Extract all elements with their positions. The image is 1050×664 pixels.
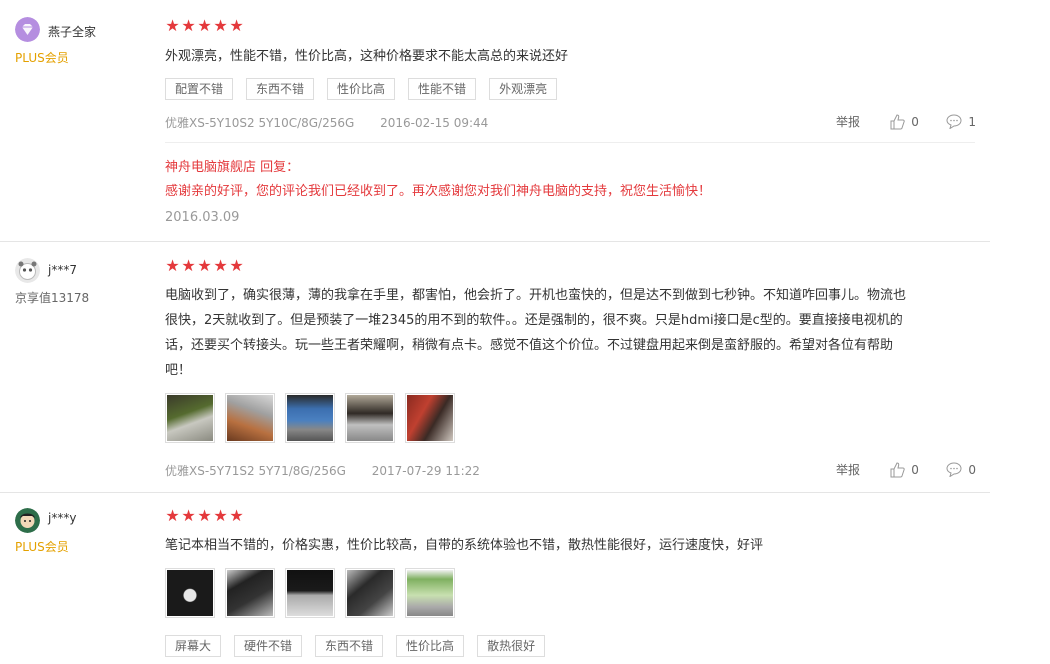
comment-icon [946, 114, 962, 129]
review-tag: 硬件不错 [234, 635, 303, 657]
user-level: PLUS会员 [15, 51, 69, 65]
review-tag: 散热很好 [477, 635, 546, 657]
thumbs-up-icon [890, 113, 905, 129]
star-icon: ★ [213, 506, 228, 525]
review-tags: 配置不错 东西不错 性价比高 性能不错 外观漂亮 [165, 78, 558, 100]
review-tag: 性能不错 [408, 78, 477, 100]
review-content: 电脑收到了，确实很薄，薄的我拿在手里，都害怕，他会折了。开机也蛮快的，但是达不到… [165, 283, 965, 383]
star-icon: ★ [229, 256, 244, 275]
like-count: 0 [911, 462, 919, 477]
panda-avatar-icon[interactable] [15, 258, 40, 283]
divider [165, 142, 975, 143]
star-icon: ★ [229, 16, 244, 35]
star-icon: ★ [197, 16, 212, 35]
rating-stars: ★ ★ ★ ★ ★ [165, 256, 244, 275]
review-date: 2016-02-15 09:44 [380, 116, 489, 130]
report-button[interactable]: 举报 [836, 113, 889, 130]
review-meta: 优雅XS-5Y71S2 5Y71/8G/256G 2017-07-29 11:2… [165, 462, 502, 479]
star-icon: ★ [181, 506, 196, 525]
star-icon: ★ [229, 506, 244, 525]
review-tag: 性价比高 [396, 635, 465, 657]
laptop-logo-photo[interactable] [165, 568, 215, 618]
like-button[interactable]: 0 [889, 113, 946, 130]
review-content: 外观漂亮，性能不错，性价比高，这种价格要求不能太高总的来说还好 [165, 49, 569, 64]
review-tag: 东西不错 [315, 635, 384, 657]
thumbs-up-icon [890, 461, 905, 477]
comment-icon [946, 462, 962, 477]
laptop-windows-photo[interactable] [285, 393, 335, 443]
laptop-desktop-photo[interactable] [165, 393, 215, 443]
star-icon: ★ [165, 256, 180, 275]
star-icon: ★ [165, 16, 180, 35]
shop-reply-header: 神舟电脑旗舰店 回复： [165, 160, 300, 175]
rating-stars: ★ ★ ★ ★ ★ [165, 16, 244, 35]
review-content-line: 很快，2天就收到了。但是预装了一堆2345的用不到的软件。。还是强制的，很不爽。… [165, 313, 903, 328]
review-tags: 屏幕大 硬件不错 东西不错 性价比高 散热很好 [165, 635, 546, 657]
review-item: j***7 京享值13178 ★ ★ ★ ★ ★ 电脑收到了，确实很薄，薄的我拿… [0, 241, 990, 493]
review-content: 笔记本相当不错的，价格实惠，性价比较高，自带的系统体验也不错，散热性能很好，运行… [165, 538, 764, 553]
laptop-angle-photo[interactable] [345, 568, 395, 618]
review-date: 2017-07-29 11:22 [371, 464, 480, 478]
star-icon: ★ [213, 256, 228, 275]
review-content-line: 吧！ [165, 363, 192, 378]
laptop-open-photo[interactable] [225, 568, 275, 618]
review-content-line: 话，还要买个转接头。玩一些王者荣耀啊，稍微有点卡。感觉不值这个价位。不过键盘用起… [165, 338, 894, 353]
shop-reply: 神舟电脑旗舰店 回复： 感谢亲的好评，您的评论我们已经收到了。再次感谢您对我们神… [165, 156, 711, 204]
review-actions: 举报 0 1 [836, 113, 976, 130]
user-level: PLUS会员 [15, 540, 69, 554]
report-button[interactable]: 举报 [836, 461, 889, 478]
user-name[interactable]: 燕子全家 [48, 23, 96, 40]
review-actions: 举报 0 0 [836, 461, 976, 478]
rating-stars: ★ ★ ★ ★ ★ [165, 506, 244, 525]
reply-button[interactable]: 1 [946, 114, 976, 129]
laptop-side-photo[interactable] [345, 393, 395, 443]
like-button[interactable]: 0 [889, 461, 946, 478]
product-spec: 优雅XS-5Y71S2 5Y71/8G/256G [165, 464, 346, 478]
review-tag: 屏幕大 [165, 635, 222, 657]
star-icon: ★ [181, 256, 196, 275]
review-tag: 性价比高 [327, 78, 396, 100]
shop-reply-date: 2016.03.09 [165, 210, 240, 225]
review-tag: 东西不错 [246, 78, 315, 100]
laptop-red-photo[interactable] [405, 393, 455, 443]
review-item: 燕子全家 PLUS会员 ★ ★ ★ ★ ★ 外观漂亮，性能不错，性价比高，这种价… [0, 0, 990, 241]
laptop-screen-photo[interactable] [285, 568, 335, 618]
user-level: 京享值13178 [15, 291, 90, 305]
star-icon: ★ [181, 16, 196, 35]
reply-count: 0 [968, 462, 976, 477]
cartoon-avatar-icon[interactable] [15, 508, 40, 533]
shop-reply-text: 感谢亲的好评，您的评论我们已经收到了。再次感谢您对我们神舟电脑的支持，祝您生活愉… [165, 184, 712, 199]
review-tag: 配置不错 [165, 78, 234, 100]
review-tag: 外观漂亮 [489, 78, 558, 100]
star-icon: ★ [213, 16, 228, 35]
diamond-avatar-icon[interactable] [15, 17, 40, 42]
laptop-hand-photo[interactable] [225, 393, 275, 443]
star-icon: ★ [197, 256, 212, 275]
reply-count: 1 [968, 114, 976, 129]
star-icon: ★ [197, 506, 212, 525]
user-name[interactable]: j***y [48, 511, 76, 525]
review-photos [165, 568, 455, 618]
like-count: 0 [911, 114, 919, 129]
reply-button[interactable]: 0 [946, 462, 976, 477]
user-name[interactable]: j***7 [48, 263, 77, 277]
laptop-green-photo[interactable] [405, 568, 455, 618]
product-spec: 优雅XS-5Y10S2 5Y10C/8G/256G [165, 116, 355, 130]
review-item: j***y PLUS会员 ★ ★ ★ ★ ★ 笔记本相当不错的，价格实惠，性价比… [0, 492, 990, 664]
star-icon: ★ [165, 506, 180, 525]
review-photos [165, 393, 455, 443]
review-meta: 优雅XS-5Y10S2 5Y10C/8G/256G 2016-02-15 09:… [165, 114, 510, 131]
review-content-line: 电脑收到了，确实很薄，薄的我拿在手里，都害怕，他会折了。开机也蛮快的，但是达不到… [165, 288, 907, 303]
